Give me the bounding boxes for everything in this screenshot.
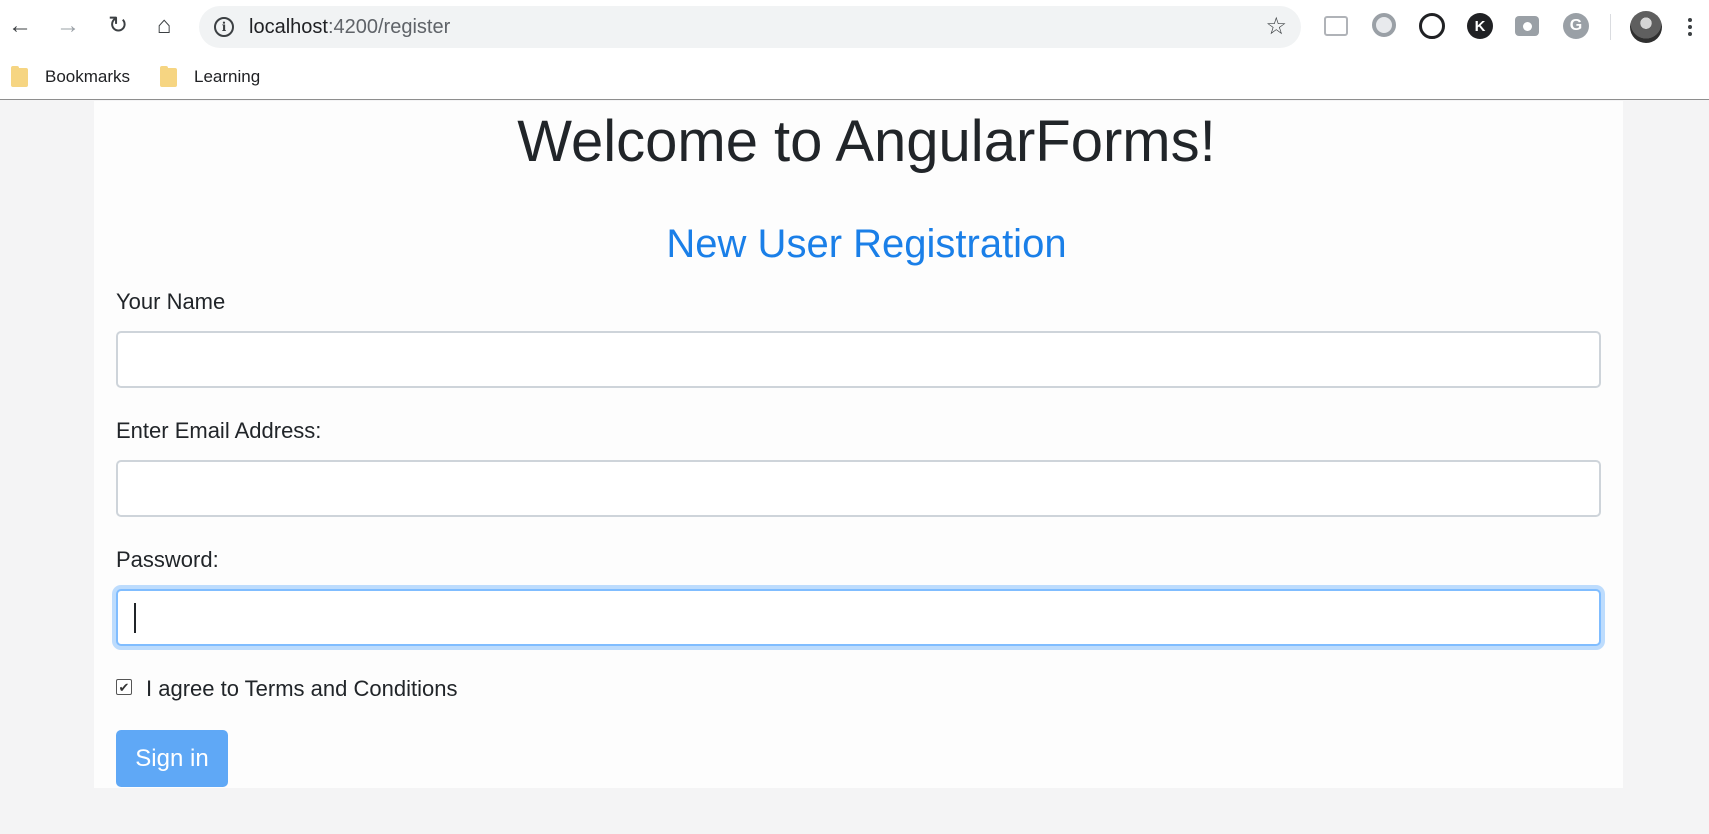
home-icon[interactable]: ⌂ — [150, 12, 178, 40]
form-heading: New User Registration — [666, 222, 1067, 266]
email-label: Enter Email Address: — [116, 418, 322, 443]
url-host: localhost — [249, 16, 328, 38]
name-label: Your Name — [116, 289, 226, 314]
text-cursor — [134, 603, 136, 633]
more-menu-icon[interactable] — [1684, 12, 1696, 42]
toolbar-divider — [1610, 14, 1611, 40]
address-bar[interactable]: i localhost:4200/register ☆ — [199, 6, 1301, 48]
registration-container: Welcome to AngularForms! New User Regist… — [94, 101, 1623, 788]
url-text[interactable]: localhost:4200/register — [249, 6, 450, 48]
openai-extension-icon[interactable] — [1419, 13, 1445, 39]
bookmark-folder-bookmarks[interactable]: Bookmarks — [11, 64, 130, 90]
password-label: Password: — [116, 547, 219, 572]
grammarly-extension-icon[interactable]: G — [1563, 13, 1589, 39]
back-arrow-icon[interactable]: ← — [6, 12, 34, 40]
terms-label[interactable]: I agree to Terms and Conditions — [146, 676, 457, 702]
page-viewport: Welcome to AngularForms! New User Regist… — [0, 101, 1709, 834]
bookmark-label: Learning — [194, 67, 261, 86]
folder-icon — [160, 65, 177, 87]
email-input[interactable] — [116, 460, 1601, 517]
bookmarks-bar: Bookmarks Learning — [0, 54, 1709, 100]
camera-extension-icon[interactable] — [1515, 16, 1539, 36]
page-title: Welcome to AngularForms! — [517, 109, 1216, 174]
profile-avatar[interactable] — [1630, 11, 1662, 43]
name-input[interactable] — [116, 331, 1601, 388]
url-path: :4200/register — [327, 16, 451, 38]
video-extension-icon[interactable] — [1324, 16, 1348, 36]
reload-icon[interactable]: ↻ — [104, 12, 132, 40]
terms-row[interactable]: ✔ I agree to Terms and Conditions — [116, 674, 457, 704]
bookmark-label: Bookmarks — [45, 67, 131, 86]
sign-in-button[interactable]: Sign in — [116, 730, 228, 787]
site-info-icon[interactable]: i — [214, 17, 234, 37]
bookmark-folder-learning[interactable]: Learning — [160, 64, 260, 90]
forward-arrow-icon[interactable]: → — [54, 12, 82, 40]
circle-extension-icon[interactable] — [1372, 13, 1396, 37]
folder-icon — [11, 65, 28, 87]
password-input[interactable] — [116, 589, 1601, 646]
terms-checkbox[interactable]: ✔ — [116, 679, 132, 695]
bookmark-star-icon[interactable]: ☆ — [1265, 14, 1287, 40]
browser-toolbar: ← → ↻ ⌂ i localhost:4200/register ☆ K G — [0, 0, 1709, 54]
k-extension-icon[interactable]: K — [1467, 13, 1493, 39]
